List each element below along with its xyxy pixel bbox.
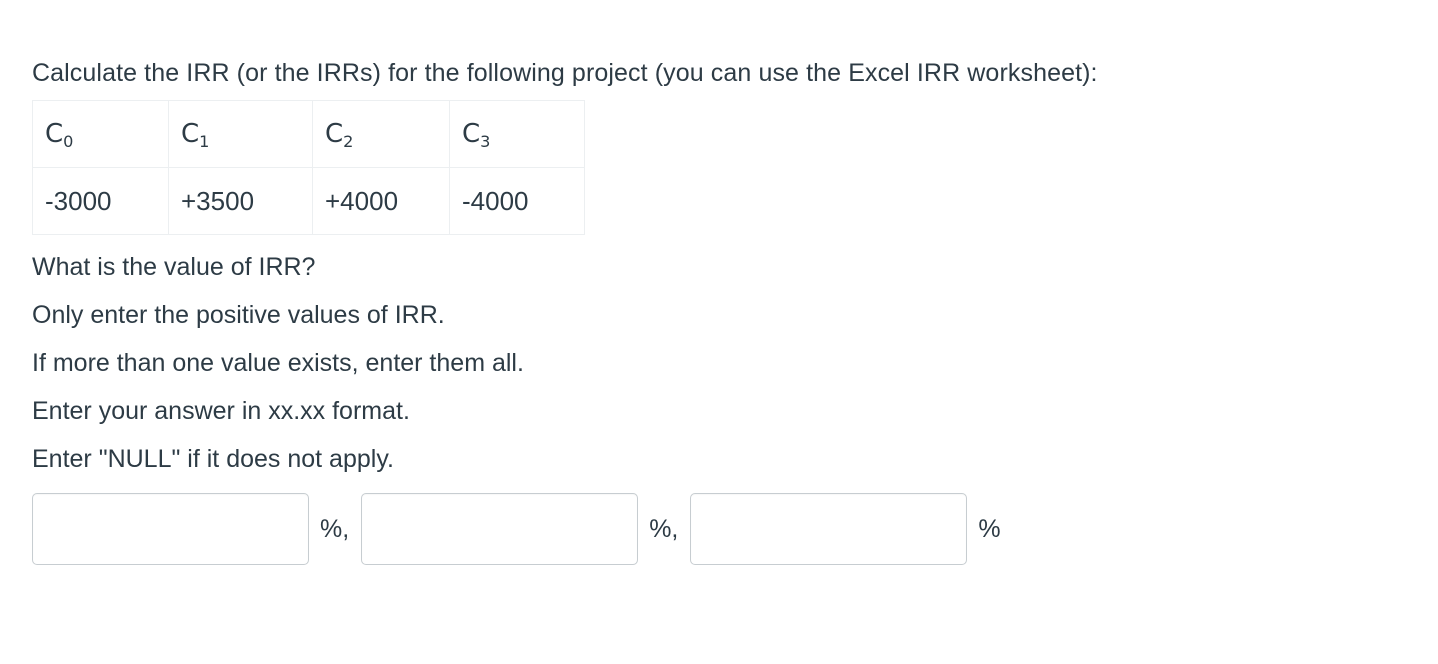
instruction-list: What is the value of IRR? Only enter the… — [32, 243, 1406, 483]
percent-label-3: % — [978, 514, 1001, 543]
table-cell-c0: -3000 — [32, 167, 169, 235]
irr-answer-input-2[interactable] — [361, 493, 639, 565]
table-header-c3: C3 — [449, 100, 585, 168]
table-header-row: C0 C1 C2 C3 — [32, 100, 585, 168]
percent-label-2: %, — [649, 514, 679, 543]
table-row: -3000 +3500 +4000 -4000 — [32, 167, 585, 235]
question-prompt: Calculate the IRR (or the IRRs) for the … — [32, 59, 1098, 87]
header-subscript-c2: 2 — [343, 131, 354, 151]
header-symbol-c0: C — [45, 119, 64, 149]
irr-answer-input-1[interactable] — [32, 493, 309, 565]
table-cell-c1: +3500 — [168, 167, 313, 235]
header-subscript-c1: 1 — [199, 131, 210, 151]
table-cell-c2: +4000 — [312, 167, 450, 235]
instruction-line-2: Only enter the positive values of IRR. — [32, 301, 445, 329]
percent-label-1: %, — [320, 514, 350, 543]
header-symbol-c1: C — [181, 119, 200, 149]
question-body: Calculate the IRR (or the IRRs) for the … — [32, 56, 1406, 565]
table-header-c0: C0 — [32, 100, 169, 168]
instruction-line-3: If more than one value exists, enter the… — [32, 349, 524, 377]
header-subscript-c3: 3 — [480, 131, 491, 151]
table-cell-c3: -4000 — [449, 167, 585, 235]
table-header-c1: C1 — [168, 100, 313, 168]
irr-answer-input-3[interactable] — [690, 493, 968, 565]
header-symbol-c3: C — [462, 119, 481, 149]
instruction-line-4: Enter your answer in xx.xx format. — [32, 397, 410, 425]
header-symbol-c2: C — [325, 119, 344, 149]
instruction-line-5: Enter "NULL" if it does not apply. — [32, 445, 394, 473]
answer-row: %, %, % — [32, 493, 1406, 565]
instruction-line-1: What is the value of IRR? — [32, 253, 316, 281]
cash-flow-table: C0 C1 C2 C3 -3000 +3500 +4000 -4000 — [32, 100, 585, 235]
table-header-c2: C2 — [312, 100, 450, 168]
header-subscript-c0: 0 — [63, 131, 74, 151]
